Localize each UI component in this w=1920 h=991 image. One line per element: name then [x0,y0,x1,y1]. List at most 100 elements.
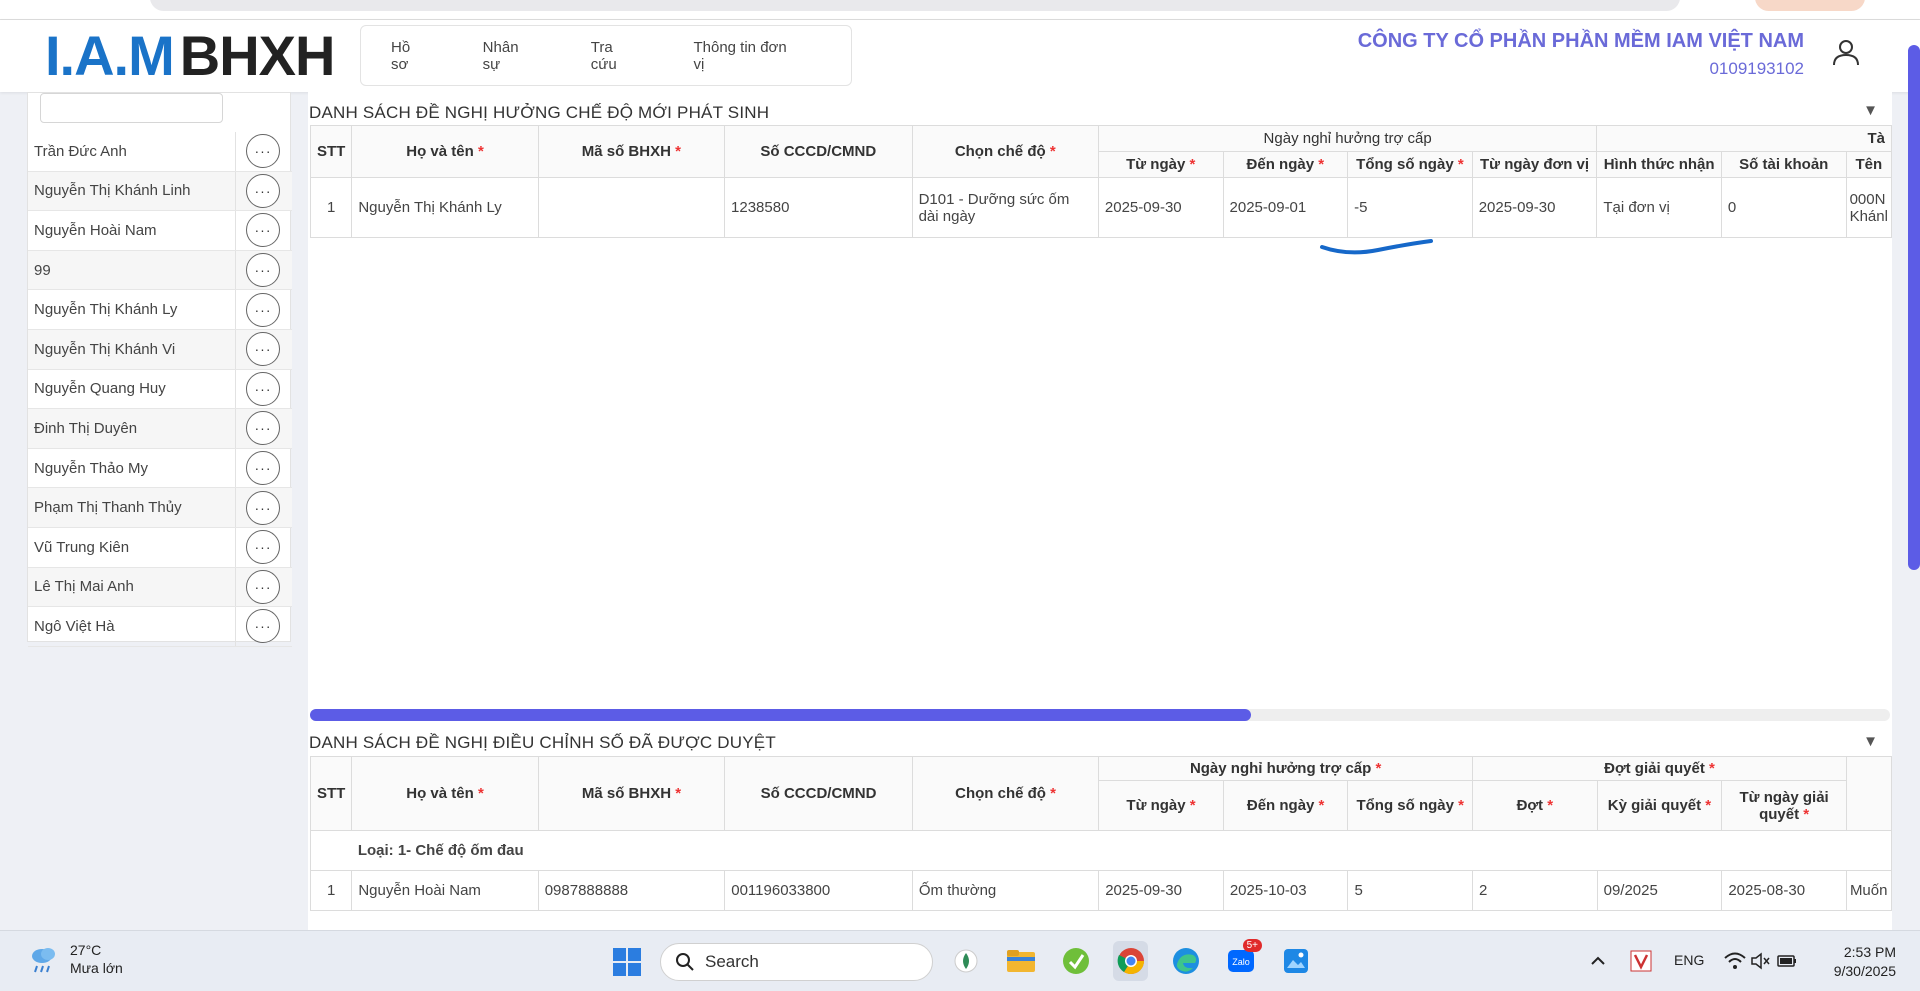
more-options-icon[interactable]: ··· [246,292,280,327]
windows-start-icon[interactable] [612,947,642,977]
speaker-muted-icon[interactable] [1750,952,1770,970]
photos-app-icon[interactable] [1278,941,1313,981]
system-clock[interactable]: 2:53 PM 9/30/2025 [1834,943,1896,981]
wifi-icon[interactable] [1724,952,1746,970]
table-row[interactable]: 1 Nguyễn Thị Khánh Ly 1238580 D101 - Dưỡ… [309,177,1893,238]
cell-ma-bhxh[interactable] [537,177,726,238]
list-item[interactable]: Nguyễn Thị Khánh Vi ··· [28,329,292,370]
employee-name[interactable]: Ngô Việt Hà [28,607,236,646]
nav-ho-so[interactable]: Hồ sơ [391,39,431,73]
vietkey-icon[interactable] [1630,950,1652,972]
cell-den-ngay[interactable]: 2025-10-03 [1222,870,1349,911]
cell-tu-ngay[interactable]: 2025-09-30 [1097,177,1224,238]
chevron-up-icon[interactable] [1590,953,1606,969]
employee-name[interactable]: Nguyễn Thảo My [28,448,236,488]
col-tu-ngay-don-vi: Từ ngày đơn vị [1471,151,1598,178]
nav-thong-tin-don-vi[interactable]: Thông tin đơn vị [693,39,799,73]
more-options-icon[interactable]: ··· [246,371,280,406]
vertical-scrollbar-thumb[interactable] [1908,45,1920,570]
employee-name[interactable]: Lê Thị Mai Anh [28,567,236,607]
chrome-browser-icon[interactable] [1113,941,1148,981]
horizontal-scrollbar-thumb[interactable] [310,709,1251,721]
section-approved-adjustments-collapse-icon[interactable]: ▼ [1863,733,1878,750]
employee-name[interactable]: Đinh Thị Duyên [28,409,236,448]
table-row[interactable]: 1 Nguyễn Hoài Nam 0987888888 00119603380… [309,870,1893,911]
list-item[interactable]: Nguyễn Thảo My ··· [28,448,292,489]
zalo-app-icon[interactable]: Zalo 5+ [1223,939,1262,981]
browser-profile-button[interactable] [1755,0,1865,11]
nav-nhan-su[interactable]: Nhân sự [483,39,539,73]
more-options-icon[interactable]: ··· [246,451,280,486]
employee-name[interactable]: Nguyễn Thị Khánh Linh [28,171,236,211]
cell-den-ngay[interactable]: 2025-09-01 [1222,177,1349,238]
list-item[interactable]: 99 ··· [28,250,292,291]
file-explorer-icon[interactable] [1003,941,1038,981]
more-options-icon[interactable]: ··· [246,490,280,525]
cell-so-tai-khoan[interactable]: 0 [1720,177,1847,238]
cell-tu-ngay[interactable]: 2025-09-30 [1098,870,1224,911]
more-options-icon[interactable]: ··· [246,213,280,248]
list-item[interactable]: Phạm Thị Thanh Thủy ··· [28,488,292,528]
cell-tu-ngay-don-vi[interactable]: 2025-09-30 [1471,177,1598,238]
col-tu-ngay-giai-quyet-label: Từ ngày giải quyết [1739,788,1829,823]
list-item[interactable]: Nguyễn Quang Huy ··· [28,369,292,410]
employee-name[interactable]: Phạm Thị Thanh Thủy [28,488,236,527]
list-item[interactable]: Ngô Việt Hà ··· [28,607,292,647]
more-options-icon[interactable]: ··· [246,569,280,604]
employee-name[interactable]: Vũ Trung Kiên [28,527,236,567]
employee-name[interactable]: Trần Đức Anh [28,132,236,171]
col-den-ngay: Đến ngày * [1222,151,1349,178]
cell-ho-ten[interactable]: Nguyễn Thị Khánh Ly [351,177,539,238]
list-item[interactable]: Trần Đức Anh ··· [28,132,292,172]
cell-ho-ten[interactable]: Nguyễn Hoài Nam [351,870,539,911]
more-options-icon[interactable]: ··· [246,253,280,288]
more-options-icon[interactable]: ··· [246,609,280,644]
more-options-icon[interactable]: ··· [246,530,280,565]
nav-tra-cuu[interactable]: Tra cứu [591,39,642,73]
cell-che-do[interactable]: Ốm thường [911,870,1100,911]
section-new-requests-collapse-icon[interactable]: ▼ [1863,102,1878,119]
employee-name[interactable]: Nguyễn Thị Khánh Vi [28,329,236,369]
list-item[interactable]: Nguyễn Thị Khánh Linh ··· [28,171,292,212]
coccoc-browser-icon[interactable] [948,941,983,981]
horizontal-scrollbar[interactable] [310,709,1890,721]
cell-cccd[interactable]: 001196033800 [724,870,913,911]
taskbar-search[interactable]: Search [660,943,933,981]
app-logo[interactable]: I.A.M BHXH [45,28,335,84]
employee-name[interactable]: Nguyễn Hoài Nam [28,211,236,250]
address-bar[interactable] [150,0,1680,11]
group-label: Loại: 1- Chế độ ốm đau [351,830,1892,871]
cell-che-do[interactable]: D101 - Dưỡng sức ốm dài ngày [911,177,1099,238]
cell-ma-bhxh[interactable]: 0987888888 [537,870,726,911]
cell-ten[interactable]: 000N Khánl [1845,177,1893,238]
more-options-icon[interactable]: ··· [246,134,280,169]
cell-extra[interactable]: Muốn [1845,870,1893,911]
col-ma-bhxh-label: Mã số BHXH [581,785,672,802]
cell-dot[interactable]: 2 [1472,870,1598,911]
employee-name[interactable]: Nguyễn Quang Huy [28,369,236,409]
cloud-app-icon[interactable] [1058,941,1093,981]
cell-tong-so-ngay[interactable]: 5 [1347,870,1474,911]
list-item[interactable]: Nguyễn Thị Khánh Ly ··· [28,290,292,330]
employee-search-input[interactable] [40,93,223,123]
user-account-icon[interactable] [1830,36,1862,68]
cell-hinh-thuc-nhan[interactable]: Tại đơn vị [1596,177,1722,238]
battery-icon[interactable] [1776,952,1798,970]
col-tu-ngay: Từ ngày * [1098,780,1224,831]
language-indicator[interactable]: ENG [1674,952,1704,968]
cell-cccd[interactable]: 1238580 [724,177,913,238]
edge-browser-icon[interactable] [1168,941,1203,981]
list-item[interactable]: Lê Thị Mai Anh ··· [28,567,292,608]
weather-widget[interactable]: 27°C Mưa lớn [28,941,123,977]
list-item[interactable]: Nguyễn Hoài Nam ··· [28,211,292,251]
list-item[interactable]: Vũ Trung Kiên ··· [28,527,292,568]
cell-tu-ngay-giai-quyet[interactable]: 2025-08-30 [1721,870,1847,911]
cell-tong-so-ngay[interactable]: -5 [1347,177,1473,238]
list-item[interactable]: Đinh Thị Duyên ··· [28,409,292,449]
more-options-icon[interactable]: ··· [246,173,280,208]
cell-ky-giai-quyet[interactable]: 09/2025 [1596,870,1723,911]
employee-name[interactable]: Nguyễn Thị Khánh Ly [28,290,236,329]
more-options-icon[interactable]: ··· [246,332,280,367]
more-options-icon[interactable]: ··· [246,411,280,446]
employee-name[interactable]: 99 [28,250,236,290]
